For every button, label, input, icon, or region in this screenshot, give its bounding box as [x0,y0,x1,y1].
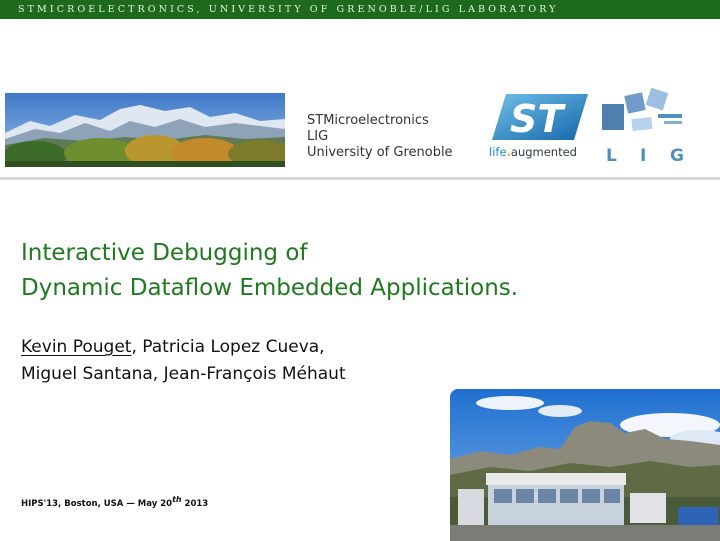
presentation-title: Interactive Debugging of Dynamic Dataflo… [21,236,621,306]
lig-logo: L I G [600,87,692,166]
lig-letter-g: G [670,146,684,164]
event-prefix: HIPS'13, Boston, USA — May 20 [21,498,173,509]
authors-line-1-rest: , Patricia Lopez Cueva, [131,337,325,357]
st-tagline: life.augmented [489,145,577,159]
authors: Kevin Pouget, Patricia Lopez Cueva, Migu… [21,334,346,388]
svg-text:ST: ST [510,97,566,141]
mountain-landscape-photo [5,93,285,167]
affiliations: STMicroelectronics LIG University of Gre… [307,113,453,161]
authors-line-2: Miguel Santana, Jean-François Méhaut [21,364,346,384]
header-banner: STMICROELECTRONICS, UNIVERSITY OF GRENOB… [0,0,720,19]
title-line-2: Dynamic Dataflow Embedded Applications. [21,275,519,301]
event-info: HIPS'13, Boston, USA — May 20th 2013 [21,495,208,509]
authors-line-1: Kevin Pouget, Patricia Lopez Cueva, [21,334,346,361]
lig-letter-l: L [606,146,617,164]
event-year: 2013 [181,498,209,509]
lig-letter-i: I [640,146,646,164]
title-line-1: Interactive Debugging of [21,240,308,266]
event-ordinal: th [172,495,182,504]
affiliation-lig: LIG [307,129,329,144]
affiliation-st: STMicroelectronics [307,113,429,128]
header-banner-text: STMICROELECTRONICS, UNIVERSITY OF GRENOB… [18,4,559,15]
building-photo [450,389,720,541]
header-divider [0,177,720,180]
affiliation-university: University of Grenoble [307,145,453,160]
presenter-name: Kevin Pouget [21,337,132,357]
